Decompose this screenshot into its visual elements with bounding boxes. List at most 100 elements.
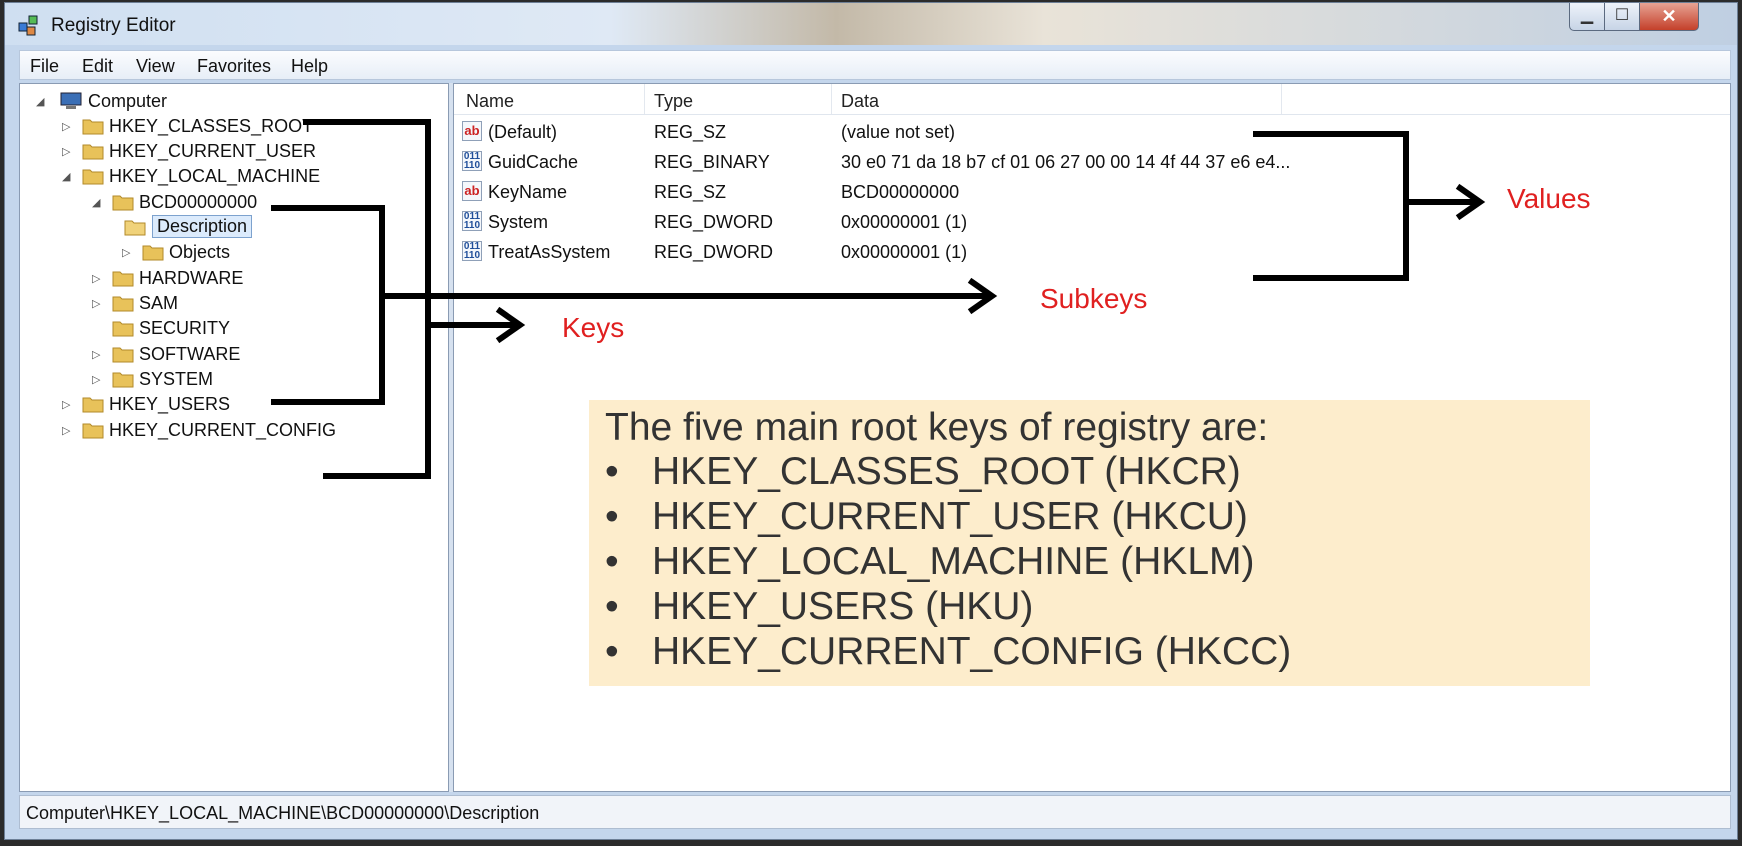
value-name: KeyName [488, 182, 568, 202]
folder-open-icon [124, 220, 146, 236]
column-divider[interactable] [1281, 84, 1282, 114]
folder-icon [82, 169, 104, 185]
tree-label: Description [152, 215, 253, 238]
callout-title: The five main root keys of registry are: [605, 406, 1269, 449]
column-header-type[interactable]: Type [654, 91, 693, 112]
tree-label: HKEY_CURRENT_CONFIG [109, 420, 337, 440]
tree-label: SOFTWARE [139, 344, 241, 364]
collapse-icon[interactable]: ◢ [92, 196, 100, 209]
bullet: • [605, 495, 619, 538]
root-key-label: HKEY_USERS (HKU) [652, 585, 1034, 628]
value-type: REG_BINARY [654, 152, 770, 172]
folder-icon [112, 271, 134, 287]
tree-label: HKEY_USERS [109, 394, 231, 414]
value-data: 30 e0 71 da 18 b7 cf 01 06 27 00 00 14 4… [841, 152, 1291, 172]
expand-icon[interactable]: ▷ [62, 424, 70, 437]
string-value-icon: ab [462, 181, 482, 201]
folder-icon [112, 372, 134, 388]
expand-icon[interactable]: ▷ [62, 120, 70, 133]
bullet: • [605, 585, 619, 628]
title-bar[interactable]: Registry Editor ▁ ☐ ✕ [5, 3, 1737, 45]
tree-label: Computer [88, 91, 168, 111]
collapse-icon[interactable]: ◢ [62, 170, 70, 183]
window-title: Registry Editor [51, 15, 176, 36]
expand-icon[interactable]: ▷ [92, 373, 100, 386]
menu-bar: File Edit View Favorites Help [19, 50, 1731, 80]
registry-editor-icon [18, 15, 38, 36]
bullet: • [605, 450, 619, 493]
key-tree-pane[interactable]: ◢ Computer ▷ HKEY_CLASSES_ROOT ▷ HKEY_CU… [19, 83, 449, 792]
root-key-label: HKEY_CLASSES_ROOT (HKCR) [652, 450, 1241, 493]
close-button[interactable]: ✕ [1639, 3, 1699, 31]
annotation-keys: Keys [562, 312, 625, 343]
folder-icon [112, 296, 134, 312]
tree-label: SECURITY [139, 318, 231, 338]
status-bar: Computer\HKEY_LOCAL_MACHINE\BCD00000000\… [19, 795, 1731, 829]
root-key-label: HKEY_CURRENT_USER (HKCU) [652, 495, 1248, 538]
tree-label: HARDWARE [139, 268, 244, 288]
maximize-button[interactable]: ☐ [1604, 3, 1640, 31]
folder-icon [82, 144, 104, 160]
expand-icon[interactable]: ▷ [62, 398, 70, 411]
tree-label: HKEY_CURRENT_USER [109, 141, 317, 161]
folder-icon [82, 119, 104, 135]
column-divider[interactable] [644, 84, 645, 114]
tree-label: HKEY_CLASSES_ROOT [109, 116, 314, 136]
menu-file[interactable]: File [30, 56, 59, 77]
menu-favorites[interactable]: Favorites [197, 56, 271, 77]
folder-icon [142, 245, 164, 261]
tree-label: SYSTEM [139, 369, 214, 389]
folder-icon [112, 321, 134, 337]
expand-icon[interactable]: ▷ [92, 297, 100, 310]
value-data: 0x00000001 (1) [841, 242, 968, 262]
tree-label: Objects [169, 242, 231, 262]
string-value-icon: ab [462, 121, 482, 141]
menu-edit[interactable]: Edit [82, 56, 113, 77]
folder-icon [82, 423, 104, 439]
folder-icon [82, 397, 104, 413]
minimize-button[interactable]: ▁ [1569, 3, 1605, 31]
root-key-label: HKEY_LOCAL_MACHINE (HKLM) [652, 540, 1255, 583]
value-type: REG_SZ [654, 182, 727, 202]
expand-icon[interactable]: ▷ [92, 272, 100, 285]
expand-icon[interactable]: ▷ [122, 246, 130, 259]
expand-icon[interactable]: ▷ [92, 348, 100, 361]
value-data: BCD00000000 [841, 182, 960, 202]
bullet: • [605, 540, 619, 583]
binary-value-icon: 011 110 [462, 241, 482, 261]
tree-label: HKEY_LOCAL_MACHINE [109, 166, 321, 186]
value-name: GuidCache [488, 152, 579, 172]
folder-icon [112, 347, 134, 363]
value-type: REG_DWORD [654, 212, 774, 232]
expand-icon[interactable]: ▷ [62, 145, 70, 158]
annotation-subkeys: Subkeys [1040, 283, 1148, 314]
value-data: 0x00000001 (1) [841, 212, 968, 232]
root-keys-callout: The five main root keys of registry are:… [589, 400, 1590, 686]
value-row[interactable]: ab (Default) REG_SZ (value not set) [454, 119, 1730, 145]
current-key-path: Computer\HKEY_LOCAL_MACHINE\BCD00000000\… [26, 803, 540, 823]
list-header: Name Type Data [454, 84, 1730, 115]
annotation-values: Values [1507, 183, 1591, 214]
value-name: (Default) [488, 122, 558, 142]
tree-label: BCD00000000 [139, 192, 258, 212]
menu-help[interactable]: Help [291, 56, 328, 77]
binary-value-icon: 011 110 [462, 211, 482, 231]
column-header-name[interactable]: Name [466, 91, 514, 112]
collapse-icon[interactable]: ◢ [36, 95, 44, 108]
value-name: System [488, 212, 549, 232]
value-name: TreatAsSystem [488, 242, 611, 262]
value-row[interactable]: 011 110 TreatAsSystem REG_DWORD 0x0000000… [454, 239, 1730, 265]
value-type: REG_DWORD [654, 242, 774, 262]
column-divider[interactable] [831, 84, 832, 114]
root-key-label: HKEY_CURRENT_CONFIG (HKCC) [652, 630, 1292, 673]
value-row[interactable]: 011 110 GuidCache REG_BINARY 30 e0 71 da … [454, 149, 1730, 175]
binary-value-icon: 011 110 [462, 151, 482, 171]
menu-view[interactable]: View [136, 56, 175, 77]
folder-icon [112, 195, 134, 211]
bullet: • [605, 630, 619, 673]
computer-icon [60, 92, 82, 109]
column-header-data[interactable]: Data [841, 91, 879, 112]
value-data: (value not set) [841, 122, 956, 142]
tree-label: SAM [139, 293, 179, 313]
value-type: REG_SZ [654, 122, 727, 142]
